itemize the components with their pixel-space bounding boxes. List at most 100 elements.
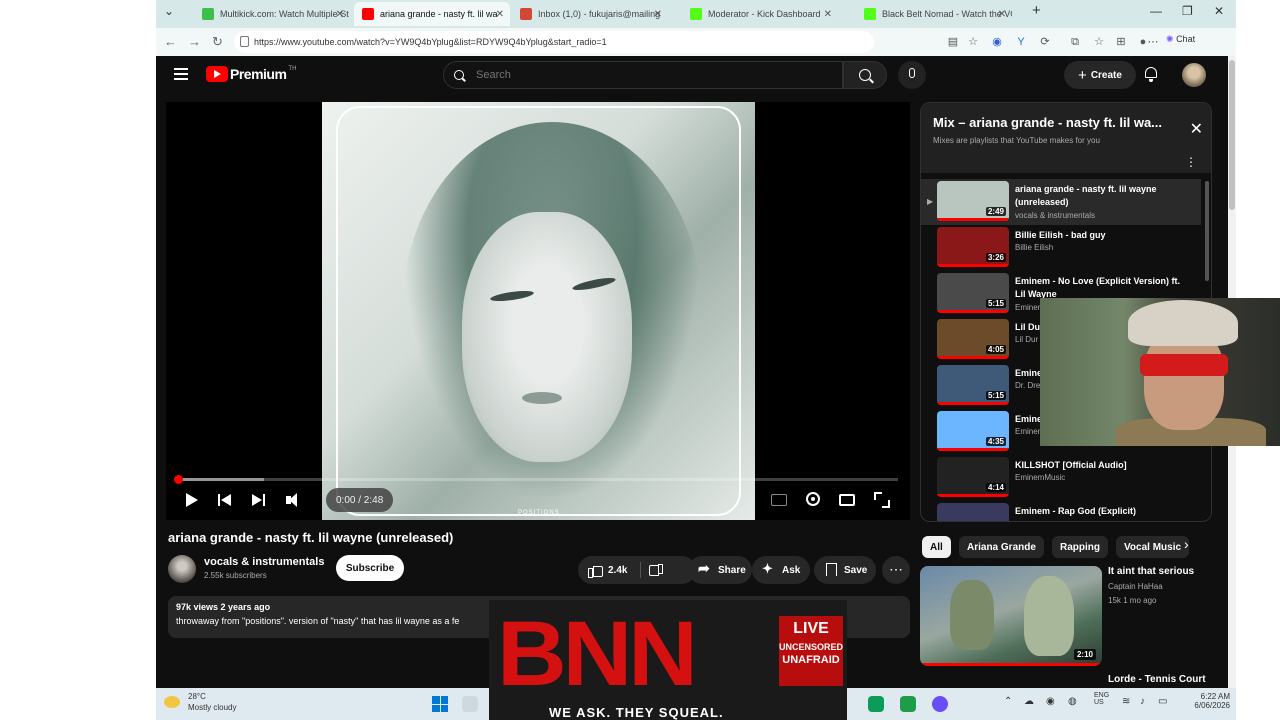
previous-icon[interactable] [218,490,232,510]
mix-thumbnail: 3:26 [937,227,1009,267]
browser-tab[interactable]: Inbox (1,0) - fukujaris@mailing ✕ [512,2,668,26]
tab-actions-icon[interactable]: ⌄ [164,4,174,18]
progress-bar[interactable] [174,475,898,484]
mix-item-artist: Billie Eilish [1015,243,1054,252]
app-tray-icon[interactable]: ◍ [1068,696,1077,707]
album-art-caption: POSITIONS [518,510,560,516]
wifi-icon[interactable]: ≋ [1122,696,1130,707]
ask-button[interactable]: Ask [752,556,810,584]
browser-tab[interactable]: Moderator - Kick Dashboard ✕ [682,2,838,26]
search-box[interactable] [443,61,843,89]
new-tab-button[interactable]: + [1032,2,1041,19]
settings-gear-icon[interactable] [806,492,820,506]
microphone-icon [909,68,915,78]
account-avatar[interactable] [1182,63,1206,87]
play-icon[interactable] [184,490,198,510]
close-tab-icon[interactable]: ✕ [998,9,1006,20]
channel-name[interactable]: vocals & instrumentals [204,556,324,568]
hamburger-menu-icon[interactable] [174,68,188,80]
clock[interactable]: 6:22 AM 6/06/2026 [1190,692,1230,710]
browser-tab[interactable]: Black Belt Nomad - Watch the VO ✕ [856,2,1012,26]
battery-icon[interactable]: ▭ [1158,696,1167,707]
unafraid-text: UNAFRAID [782,654,840,666]
mix-title[interactable]: Mix – ariana grande - nasty ft. lil wa..… [933,115,1173,130]
mix-list-item[interactable]: 4:14 KILLSHOT [Official Audio] EminemMusic [921,455,1201,501]
fullscreen-icon[interactable] [874,492,890,508]
discord-icon[interactable] [932,696,948,712]
reload-icon[interactable]: ↻ [212,34,223,50]
extension-icon[interactable]: ◉ [990,35,1004,49]
more-icon[interactable]: ⋯ [1146,35,1160,49]
share-button[interactable]: Share [688,556,752,584]
create-button[interactable]: + Create [1064,61,1136,89]
notifications-bell-icon[interactable] [1144,66,1158,82]
favorites-icon[interactable]: ☆ [1092,35,1106,49]
mix-scrollbar[interactable] [1205,181,1209,281]
volume-icon[interactable]: ♪ [1140,696,1145,707]
forward-icon[interactable]: → [188,34,201,49]
voice-search-button[interactable] [898,61,926,89]
extension-icon[interactable]: Y [1014,35,1028,49]
recommended-thumbnail[interactable]: 2:10 [920,566,1102,666]
input-language[interactable]: ENG US [1094,692,1109,706]
search-input[interactable] [476,69,816,81]
filter-chip[interactable]: All [922,536,951,558]
show-hidden-icon[interactable]: ⌃ [1004,696,1012,707]
app-tray-icon[interactable]: ◉ [1046,696,1055,707]
close-icon[interactable]: ✕ [1190,119,1203,139]
volume-icon[interactable] [286,490,304,510]
recommended-channel[interactable]: Captain HaHaa [1108,582,1163,591]
app-icon[interactable] [900,696,916,712]
close-tab-icon[interactable]: ✕ [496,9,504,20]
restore-icon[interactable]: ❐ [1182,4,1193,18]
browser-tab[interactable]: Multikick.com: Watch Multiple St ✕ [194,2,350,26]
more-vert-icon[interactable]: ⋮ [1185,155,1197,169]
mix-list-item[interactable]: Eminem - Rap God (Explicit) [921,501,1201,521]
favorite-star-icon[interactable]: ☆ [966,35,980,49]
close-tab-icon[interactable]: ✕ [824,9,832,20]
minimize-icon[interactable]: — [1150,4,1162,18]
back-icon[interactable]: ← [164,34,177,49]
reader-mode-icon[interactable]: ▤ [946,35,960,49]
save-button[interactable]: Save [814,556,876,584]
channel-avatar[interactable] [168,555,196,583]
filter-chip[interactable]: Ariana Grande [959,536,1044,558]
close-tab-icon[interactable]: ✕ [336,9,344,20]
youtube-logo[interactable]: Premium TH [206,66,296,82]
subscribe-button[interactable]: Subscribe [336,555,404,581]
scrubber-handle[interactable] [174,475,183,484]
recommended-title[interactable]: It aint that serious [1108,566,1194,577]
tab-favicon-icon [520,8,532,20]
cloud-icon[interactable]: ☁ [1024,696,1034,707]
site-info-icon[interactable] [240,36,249,47]
mix-list-item[interactable]: ▶ 2:49 ariana grande - nasty ft. lil wayne… [921,179,1201,225]
url-field[interactable]: https://www.youtube.com/watch?v=YW9Q4bYp… [234,31,874,53]
filter-chip[interactable]: Vocal Music [1116,536,1190,558]
thumbs-up-icon[interactable] [588,563,603,578]
miniplayer-icon[interactable] [839,494,855,506]
copilot-chat-button[interactable]: ✺ Chat [1166,34,1195,45]
search-icon[interactable] [462,696,478,712]
thumbs-down-icon[interactable] [648,563,663,577]
mix-list-item[interactable]: 3:26 Billie Eilish - bad guy Billie Eilish [921,225,1201,271]
mix-item-title: ariana grande - nasty ft. lil wayne (unr… [1015,184,1157,207]
close-tab-icon[interactable]: ✕ [654,9,662,20]
refresh-extension-icon[interactable]: ⟳ [1038,35,1052,49]
next-icon[interactable] [252,490,266,510]
start-button-icon[interactable] [432,696,448,712]
like-count[interactable]: 2.4k [608,565,627,576]
close-window-icon[interactable]: ✕ [1214,4,1224,18]
more-actions-button[interactable]: ⋯ [882,556,910,584]
youtube-header: Premium TH + Create [156,56,1228,96]
chevron-right-icon[interactable]: › [1184,536,1189,552]
captions-icon[interactable] [771,494,787,506]
search-button[interactable] [843,61,887,89]
recommended-title[interactable]: Lorde - Tennis Court [1108,674,1206,685]
browser-tab[interactable]: ariana grande - nasty ft. lil wa ✕ [354,2,510,26]
split-screen-icon[interactable]: ⧉ [1068,35,1082,49]
app-icon[interactable] [868,696,884,712]
video-player[interactable]: POSITIONS 0:00 / 2:48 [166,102,910,520]
filter-chip[interactable]: Rapping [1052,536,1108,558]
collections-icon[interactable]: ⊞ [1114,35,1128,49]
mix-item-artist: Lil Dur [1015,335,1039,344]
